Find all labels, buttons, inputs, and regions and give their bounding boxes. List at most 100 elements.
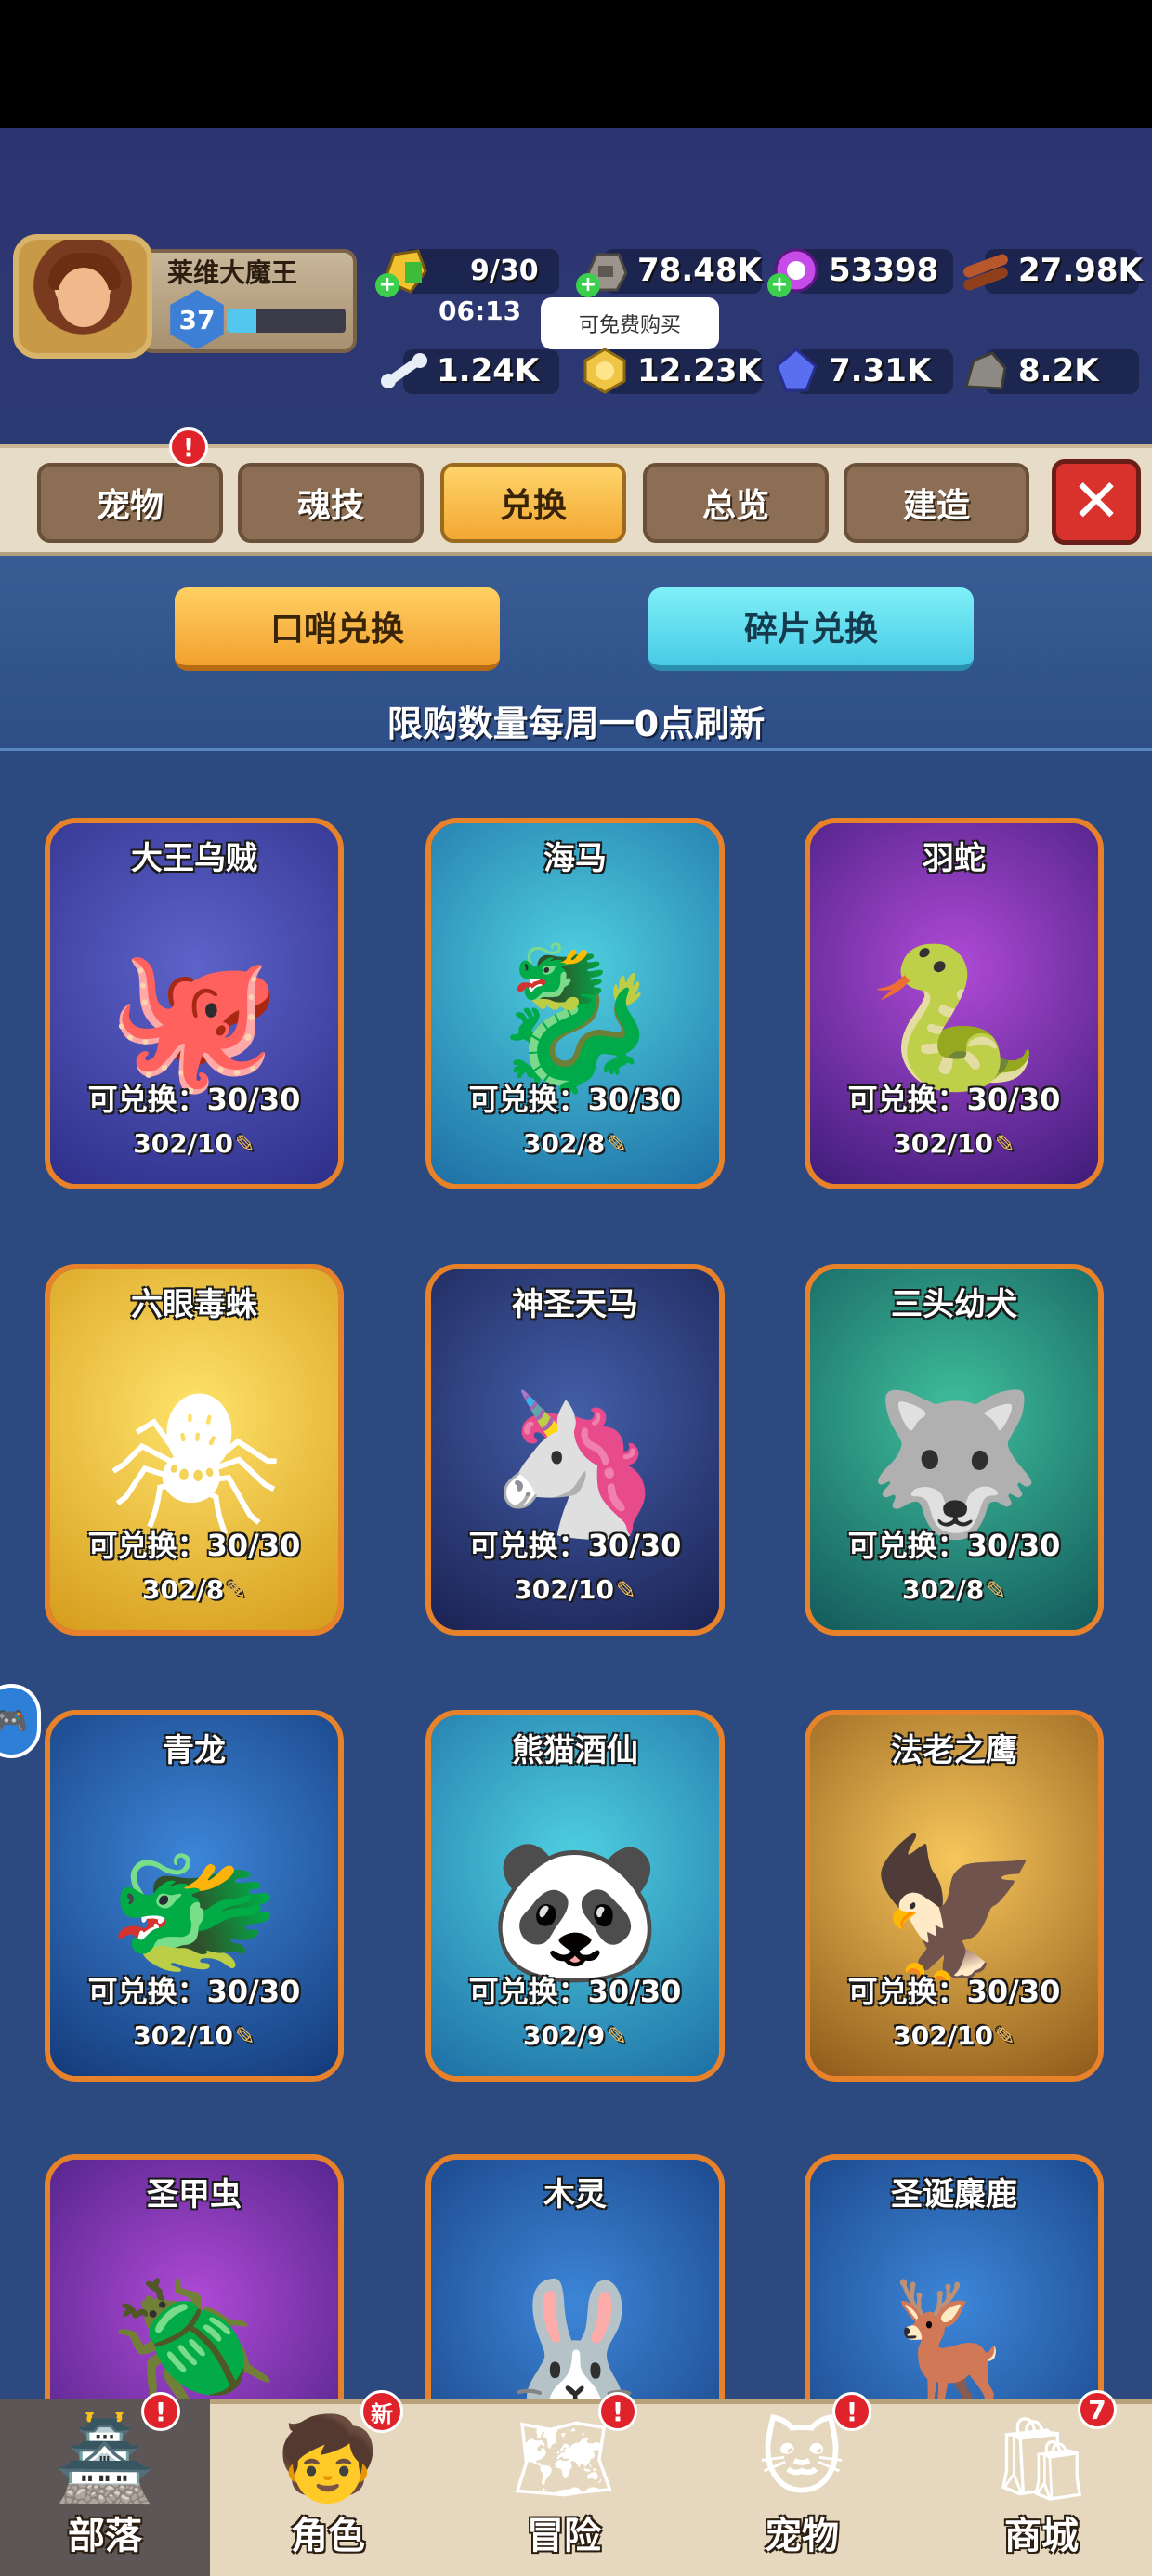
add-stamina-icon[interactable]: + xyxy=(375,273,399,297)
crystal-value: 7.31K xyxy=(829,352,932,389)
nav-character[interactable]: 🧒 角色 xyxy=(223,2399,433,2576)
iron-ore-icon xyxy=(957,344,1015,398)
panda-icon: 🐼 xyxy=(488,1829,662,1991)
pet-name: 青龙 xyxy=(163,1732,226,1769)
nav-label: 宠物 xyxy=(765,2515,839,2557)
bone-resource[interactable]: 1.24K xyxy=(375,344,561,398)
iron-value: 8.2K xyxy=(1018,352,1099,389)
nav-label: 角色 xyxy=(291,2515,365,2557)
pet-card-panda-wine-master[interactable]: 🐼 熊猫酒仙 可兑换：30/30 302/9✎ xyxy=(425,1710,725,2082)
close-button[interactable]: ✕ xyxy=(1052,459,1141,545)
tab-build[interactable]: 建造 xyxy=(844,463,1029,543)
nav-pets[interactable]: 🐱 宠物 xyxy=(697,2399,907,2576)
nav-label: 部落 xyxy=(68,2515,142,2557)
pharaoh-eagle-icon: 🦅 xyxy=(867,1829,1041,1991)
azure-dragon-icon: 🐲 xyxy=(107,1829,281,1991)
gem-value: 53398 xyxy=(829,252,939,289)
wood-log-icon xyxy=(957,243,1015,297)
whistle-icon: ✎ xyxy=(994,2023,1015,2051)
close-x-icon: ✕ xyxy=(1071,467,1121,536)
avatar-face xyxy=(58,268,110,327)
refresh-notice: 限购数量每周一0点刷新 xyxy=(386,703,766,744)
pet-cost: 302/10✎ xyxy=(50,2020,338,2051)
wood-resource[interactable]: 27.98K xyxy=(957,243,1143,297)
tab-pets-alert-badge: ! xyxy=(169,427,208,467)
pet-cost-value: 302/10 xyxy=(514,1574,614,1605)
pet-available: 可兑换：30/30 xyxy=(468,1528,682,1563)
pet-available: 可兑换：30/30 xyxy=(87,1528,301,1563)
pet-name: 大王乌贼 xyxy=(131,840,257,877)
pet-cost: 302/8✎ xyxy=(810,1574,1098,1605)
whistle-icon: ✎ xyxy=(615,1577,636,1605)
whistle-exchange-button[interactable]: 口哨兑换 xyxy=(175,587,500,671)
whistle-icon: ✎ xyxy=(986,1577,1006,1605)
pet-available: 可兑换：30/30 xyxy=(87,1082,301,1117)
pet-card-pharaoh-eagle[interactable]: 🦅 法老之鹰 可兑换：30/30 302/10✎ xyxy=(805,1710,1104,2082)
stamina-timer: 06:13 xyxy=(439,296,522,326)
spider-icon: 🕷 xyxy=(105,1383,283,1545)
feathered-serpent-icon: 🐍 xyxy=(867,937,1041,1099)
whistle-icon: ✎ xyxy=(607,1131,627,1159)
nav-shop-count-badge: 7 xyxy=(1078,2390,1117,2429)
bone-icon xyxy=(375,344,433,398)
tab-overview[interactable]: 总览 xyxy=(643,463,829,543)
nav-shop[interactable]: 🛍 商城 xyxy=(936,2399,1146,2576)
pet-cost: 302/8✎ xyxy=(431,1128,719,1159)
pet-cost-value: 302/10 xyxy=(133,1128,233,1159)
tab-exchange[interactable]: 兑换 xyxy=(440,463,626,543)
status-bar xyxy=(0,0,1152,128)
pet-name: 圣甲虫 xyxy=(147,2176,242,2214)
player-avatar[interactable] xyxy=(13,234,152,359)
iron-resource[interactable]: 8.2K xyxy=(957,344,1143,398)
pet-name: 海马 xyxy=(543,840,607,877)
pet-name: 六眼毒蛛 xyxy=(131,1286,257,1323)
pet-cost: 302/8✎ xyxy=(50,1574,338,1605)
pet-available: 可兑换：30/30 xyxy=(87,1974,301,2009)
pet-cost-value: 302/9 xyxy=(523,2020,606,2051)
shard-exchange-button[interactable]: 碎片兑换 xyxy=(648,587,974,671)
pet-card-three-headed-pup[interactable]: 🐺 三头幼犬 可兑换：30/30 302/8✎ xyxy=(805,1264,1104,1636)
pet-card-seahorse[interactable]: 🐉 海马 可兑换：30/30 302/8✎ xyxy=(425,818,725,1189)
free-purchase-tooltip: 可免费购买 xyxy=(541,297,719,349)
pet-card-feathered-serpent[interactable]: 🐍 羽蛇 可兑换：30/30 302/10✎ xyxy=(805,818,1104,1189)
bone-value: 1.24K xyxy=(437,352,540,389)
nav-pets-alert-badge: ! xyxy=(832,2392,871,2431)
pet-available: 可兑换：30/30 xyxy=(847,1528,1061,1563)
pet-available: 可兑换：30/30 xyxy=(468,1974,682,2009)
pet-card-azure-dragon[interactable]: 🐲 青龙 可兑换：30/30 302/10✎ xyxy=(45,1710,344,2082)
nav-tribe-alert-badge: ! xyxy=(141,2392,180,2431)
pet-name: 熊猫酒仙 xyxy=(512,1732,638,1769)
whistle-icon: ✎ xyxy=(994,1131,1015,1159)
character-icon: 🧒 xyxy=(277,2411,379,2506)
pet-name: 木灵 xyxy=(543,2176,607,2214)
stamina-value: 9/30 xyxy=(470,254,539,287)
nav-adventure[interactable]: 🗺 冒险 xyxy=(459,2399,669,2576)
pet-card-giant-squid[interactable]: 🐙 大王乌贼 可兑换：30/30 302/10✎ xyxy=(45,818,344,1189)
crystal-resource[interactable]: 7.31K xyxy=(767,344,953,398)
gold-coin-icon xyxy=(576,344,634,398)
gem-resource[interactable]: + 53398 xyxy=(767,243,953,297)
nav-adventure-alert-badge: ! xyxy=(598,2392,637,2431)
pet-name: 法老之鹰 xyxy=(891,1732,1017,1769)
pet-cost-value: 302/8 xyxy=(523,1128,606,1159)
tab-pets[interactable]: 宠物 xyxy=(37,463,223,543)
pet-card-holy-pegasus[interactable]: 🦄 神圣天马 可兑换：30/30 302/10✎ xyxy=(425,1264,725,1636)
nav-tribe[interactable]: 🏯 部落 xyxy=(0,2399,210,2576)
player-name: 莱维大魔王 xyxy=(167,257,298,288)
shop-bag-icon: 🛍 xyxy=(989,2411,1093,2506)
octopus-icon: 🐙 xyxy=(107,937,281,1099)
pet-card-six-eyed-spider[interactable]: 🕷 六眼毒蛛 可兑换：30/30 302/8✎ xyxy=(45,1264,344,1636)
coin-resource[interactable]: 12.23K xyxy=(576,344,762,398)
pet-name: 神圣天马 xyxy=(512,1286,638,1323)
tab-soul-skills[interactable]: 魂技 xyxy=(238,463,424,543)
add-gem-icon[interactable]: + xyxy=(767,273,792,297)
three-headed-dog-icon: 🐺 xyxy=(867,1383,1041,1545)
pet-available: 可兑换：30/30 xyxy=(847,1974,1061,2009)
stone-resource[interactable]: + 78.48K xyxy=(576,243,762,297)
pet-cost: 302/10✎ xyxy=(810,1128,1098,1159)
coin-value: 12.23K xyxy=(637,352,762,389)
pet-available: 可兑换：30/30 xyxy=(847,1082,1061,1117)
stamina-resource[interactable]: + 9/30 xyxy=(375,243,561,297)
add-stone-icon[interactable]: + xyxy=(576,273,600,297)
whistle-icon: ✎ xyxy=(226,1577,246,1605)
